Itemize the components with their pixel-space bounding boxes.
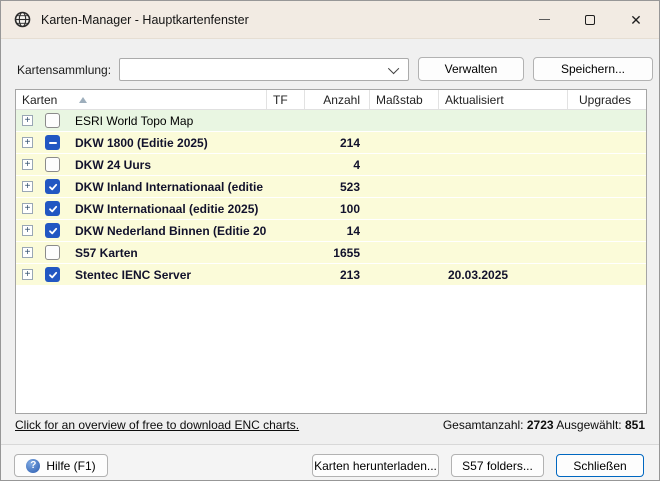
row-checkbox[interactable] <box>45 267 60 282</box>
charts-table: Karten TF Anzahl Maßstab Aktualisiert Up… <box>15 89 647 414</box>
row-label: ESRI World Topo Map <box>75 114 193 128</box>
row-label: DKW 1800 (Editie 2025) <box>75 136 208 150</box>
kartensammlung-label: Kartensammlung: <box>17 63 111 77</box>
table-body: + ESRI World Topo Map + DKW 1800 (Editie 20… <box>16 110 646 286</box>
help-icon: ? <box>26 459 40 473</box>
ausgewaehlt-label: Ausgewählt: <box>556 418 621 432</box>
column-header-tf[interactable]: TF <box>266 90 304 109</box>
row-checkbox[interactable] <box>45 245 60 260</box>
minimize-button[interactable] <box>521 1 567 38</box>
maximize-button[interactable] <box>567 1 613 38</box>
kartensammlung-combobox[interactable] <box>119 58 409 81</box>
row-label: Stentec IENC Server <box>75 268 191 282</box>
expand-plus-icon[interactable]: + <box>22 247 33 258</box>
table-row[interactable]: + ESRI World Topo Map <box>16 110 646 132</box>
hilfe-button[interactable]: ? Hilfe (F1) <box>14 454 108 477</box>
table-row[interactable]: + DKW 24 Uurs 4 <box>16 154 646 176</box>
gesamtanzahl-label: Gesamtanzahl: <box>443 418 524 432</box>
row-checkbox[interactable] <box>45 223 60 238</box>
schliessen-button[interactable]: Schließen <box>556 454 644 477</box>
enc-charts-link[interactable]: Click for an overview of free to downloa… <box>15 418 299 432</box>
column-header-aktualisiert[interactable]: Aktualisiert <box>438 90 567 109</box>
chevron-down-icon <box>388 62 399 73</box>
minimize-icon <box>539 19 550 20</box>
row-checkbox[interactable] <box>45 135 60 150</box>
close-button[interactable]: ✕ <box>613 1 659 38</box>
table-row[interactable]: + DKW 1800 (Editie 2025) 214 <box>16 132 646 154</box>
column-header-karten[interactable]: Karten <box>16 90 266 109</box>
table-row[interactable]: + Stentec IENC Server 213 20.03.2025 <box>16 264 646 286</box>
cell-anzahl: 213 <box>304 268 369 282</box>
footer-bar: ? Hilfe (F1) Karten herunterladen... S57… <box>1 444 659 480</box>
row-label: DKW 24 Uurs <box>75 158 151 172</box>
close-icon: ✕ <box>630 13 642 27</box>
row-checkbox[interactable] <box>45 179 60 194</box>
maximize-icon <box>585 15 595 25</box>
titlebar: Karten-Manager - Hauptkartenfenster ✕ <box>1 1 659 39</box>
cell-anzahl: 4 <box>304 158 369 172</box>
verwalten-button[interactable]: Verwalten <box>418 57 524 81</box>
expand-plus-icon[interactable]: + <box>22 269 33 280</box>
cell-anzahl: 523 <box>304 180 369 194</box>
table-row[interactable]: + DKW Inland Internationaal (editie ... 52… <box>16 176 646 198</box>
gesamtanzahl-value: 2723 <box>527 418 554 432</box>
s57-folders-button[interactable]: S57 folders... <box>451 454 544 477</box>
row-label: DKW Internationaal (editie 2025) <box>75 202 258 216</box>
table-row[interactable]: + DKW Nederland Binnen (Editie 2025) 14 <box>16 220 646 242</box>
table-row[interactable]: + S57 Karten 1655 <box>16 242 646 264</box>
ausgewaehlt-value: 851 <box>625 418 645 432</box>
expand-plus-icon[interactable]: + <box>22 181 33 192</box>
cell-anzahl: 1655 <box>304 246 369 260</box>
expand-plus-icon[interactable]: + <box>22 115 33 126</box>
expand-plus-icon[interactable]: + <box>22 137 33 148</box>
cell-aktualisiert: 20.03.2025 <box>438 268 567 282</box>
column-header-massstab[interactable]: Maßstab <box>369 90 438 109</box>
karten-manager-window: Karten-Manager - Hauptkartenfenster ✕ Ka… <box>0 0 660 481</box>
sort-asc-icon <box>79 97 87 103</box>
cell-anzahl: 214 <box>304 136 369 150</box>
expand-plus-icon[interactable]: + <box>22 203 33 214</box>
window-title: Karten-Manager - Hauptkartenfenster <box>41 13 249 27</box>
speichern-button[interactable]: Speichern... <box>533 57 653 81</box>
row-label: S57 Karten <box>75 246 138 260</box>
hilfe-label: Hilfe (F1) <box>46 459 95 473</box>
row-checkbox[interactable] <box>45 157 60 172</box>
row-checkbox[interactable] <box>45 201 60 216</box>
row-checkbox[interactable] <box>45 113 60 128</box>
column-header-upgrades[interactable]: Upgrades <box>567 90 646 109</box>
cell-anzahl: 100 <box>304 202 369 216</box>
row-label: DKW Inland Internationaal (editie ... <box>75 180 266 194</box>
globe-icon <box>14 11 31 28</box>
table-row[interactable]: + DKW Internationaal (editie 2025) 100 <box>16 198 646 220</box>
totals-summary: Gesamtanzahl: 2723 Ausgewählt: 851 <box>443 418 645 432</box>
table-header: Karten TF Anzahl Maßstab Aktualisiert Up… <box>16 90 646 110</box>
karten-herunterladen-button[interactable]: Karten herunterladen... <box>312 454 439 477</box>
expand-plus-icon[interactable]: + <box>22 159 33 170</box>
cell-anzahl: 14 <box>304 224 369 238</box>
column-header-anzahl[interactable]: Anzahl <box>304 90 369 109</box>
row-label: DKW Nederland Binnen (Editie 2025) <box>75 224 266 238</box>
expand-plus-icon[interactable]: + <box>22 225 33 236</box>
